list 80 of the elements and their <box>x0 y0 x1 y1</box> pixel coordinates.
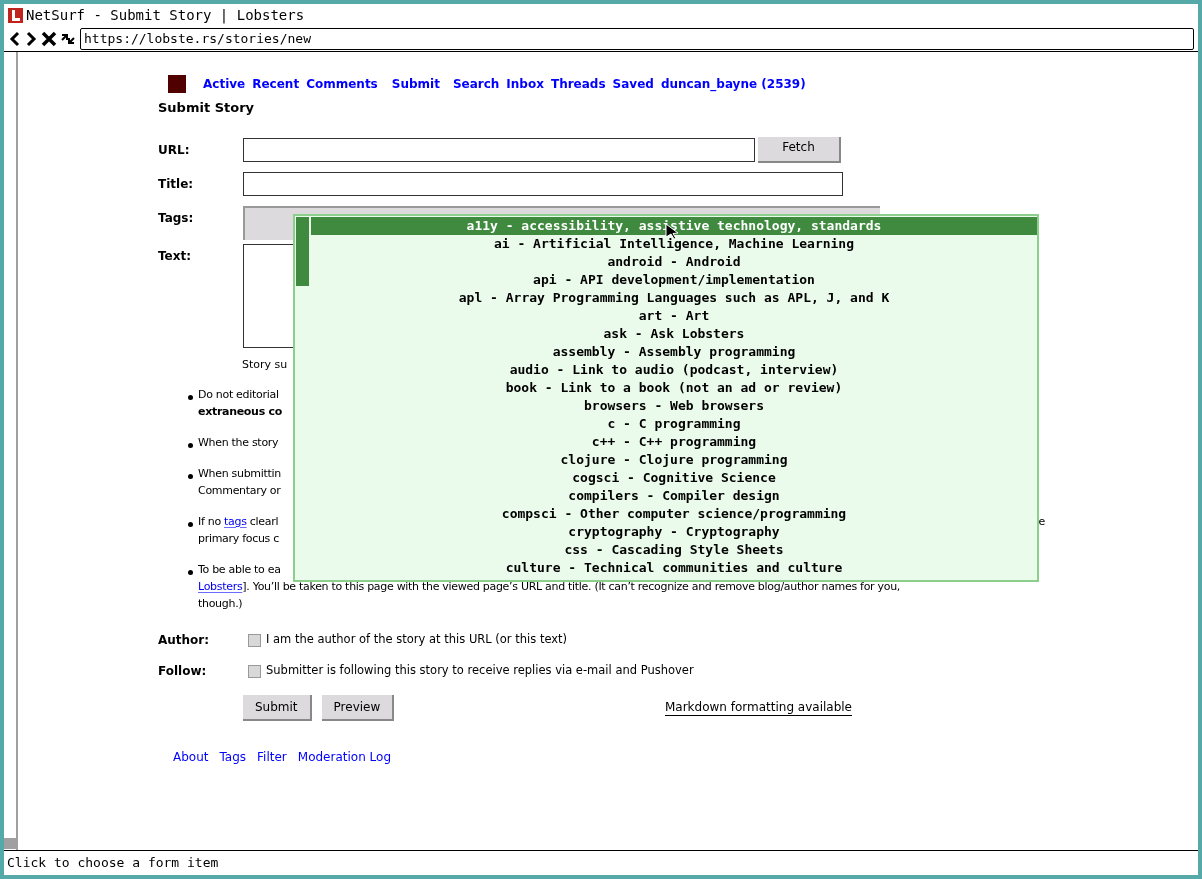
footer-link[interactable]: About <box>173 747 209 766</box>
close-icon[interactable] <box>40 30 58 47</box>
dropdown-scrollbar-thumb[interactable] <box>296 217 309 286</box>
checkbox-label: Submitter is following this story to receive replies via e-mail and Pushover <box>266 662 694 680</box>
status-bar: Click to choose a form item <box>4 850 1198 875</box>
dropdown-option[interactable]: compsci - Other computer science/programming <box>311 505 1037 523</box>
title-input[interactable] <box>243 171 843 196</box>
dropdown-option[interactable]: android - Android <box>311 253 1037 271</box>
url-field[interactable]: https://lobste.rs/stories/new <box>80 27 1194 50</box>
guideline-text: If no <box>198 513 222 530</box>
field-label: Title: <box>158 175 195 193</box>
logo-icon <box>8 7 23 23</box>
bullet-icon <box>188 521 193 527</box>
guideline-text: e <box>1038 513 1045 530</box>
footer-link[interactable]: Tags <box>219 747 247 766</box>
nav-link[interactable]: Comments <box>306 75 378 93</box>
nav-link[interactable]: Submit <box>391 75 440 93</box>
tags-dropdown[interactable] <box>293 214 1039 582</box>
inline-link[interactable]: tags <box>224 513 247 531</box>
guideline-text: When submittin <box>198 465 281 482</box>
dropdown-option[interactable]: clojure - Clojure programming <box>311 451 1037 469</box>
fetch-button[interactable]: Fetch <box>758 136 841 163</box>
dropdown-option[interactable]: ai - Artificial Intelligence, Machine Learning <box>311 235 1037 253</box>
nav-link[interactable]: Search <box>452 75 500 93</box>
nav-link[interactable]: Recent <box>252 75 300 93</box>
dropdown-option[interactable]: css - Cascading Style Sheets <box>311 541 1037 559</box>
dropdown-option[interactable]: assembly - Assembly programming <box>311 343 1037 361</box>
window-title: NetSurf - Submit Story | Lobsters <box>26 5 305 26</box>
guideline-text: primary focus c <box>198 530 279 547</box>
field-label: Tags: <box>158 209 195 227</box>
nav-link[interactable]: Threads <box>550 75 606 93</box>
bullet-icon <box>188 394 193 400</box>
dropdown-option[interactable]: cogsci - Cognitive Science <box>311 469 1037 487</box>
scrollbar-thumb[interactable] <box>4 838 16 849</box>
nav-link[interactable]: Inbox <box>506 75 544 93</box>
text-note: Story su <box>242 356 288 373</box>
checkbox[interactable] <box>248 664 261 678</box>
guideline-text: Commentary or <box>198 482 281 499</box>
field-label: Author: <box>158 632 211 649</box>
guideline-text: Do not editorial <box>198 386 279 403</box>
back-icon[interactable] <box>8 30 22 47</box>
dropdown-option[interactable]: cryptography - Cryptography <box>311 523 1037 541</box>
nav-link[interactable]: Saved <box>612 75 654 93</box>
checkbox[interactable] <box>248 633 261 647</box>
bullet-icon <box>188 442 193 448</box>
dropdown-option[interactable]: culture - Technical communities and culture <box>311 559 1037 577</box>
dropdown-option[interactable]: api - API development/implementation <box>311 271 1037 289</box>
dropdown-option[interactable]: ask - Ask Lobsters <box>311 325 1037 343</box>
checkbox-label: I am the author of the story at this URL (or this text) <box>266 631 568 649</box>
field-label: Text: <box>158 247 192 265</box>
page-title: Submit Story <box>158 99 256 117</box>
inline-link[interactable]: Lobsters <box>198 578 243 596</box>
guideline-text: extraneous co <box>198 403 282 420</box>
bullet-icon <box>188 473 193 479</box>
field-label: URL: <box>158 141 191 159</box>
footer-link[interactable]: Filter <box>257 747 287 766</box>
submit-button[interactable]: Submit <box>243 694 312 721</box>
guideline-text: ]. You’ll be taken to this page with the viewed page’s URL and title. (It can’t recognize and remove blog/author names for you, <box>242 578 901 595</box>
dropdown-option[interactable]: art - Art <box>311 307 1037 325</box>
dropdown-option[interactable]: apl - Array Programming Languages such as APL, J, and K <box>311 289 1037 307</box>
dropdown-option[interactable]: c++ - C++ programming <box>311 433 1037 451</box>
preview-button[interactable]: Preview <box>321 694 395 721</box>
forward-icon[interactable] <box>24 30 38 47</box>
dropdown-option[interactable]: a11y - accessibility, assistive technology, standards <box>311 217 1037 235</box>
dropdown-option[interactable]: audio - Link to audio (podcast, interview) <box>311 361 1037 379</box>
markdown-link[interactable]: Markdown formatting available <box>664 699 852 716</box>
url-input[interactable] <box>243 137 755 162</box>
guideline-text: though.) <box>198 595 243 612</box>
nav-link[interactable]: duncan_bayne (2539) <box>660 75 806 93</box>
dropdown-option[interactable]: c - C programming <box>311 415 1037 433</box>
guideline-text: clearl <box>248 513 279 530</box>
dropdown-option[interactable]: compilers - Compiler design <box>311 487 1037 505</box>
nav-link[interactable]: Active <box>203 75 246 93</box>
bullet-icon <box>188 569 193 575</box>
dropdown-option[interactable]: book - Link to a book (not an ad or review) <box>311 379 1037 397</box>
guideline-text: To be able to ea <box>198 561 281 578</box>
guideline-text: When the story <box>198 434 279 451</box>
field-label: Follow: <box>158 663 208 680</box>
footer-link[interactable]: Moderation Log <box>297 747 391 766</box>
dropdown-option[interactable]: browsers - Web browsers <box>311 397 1037 415</box>
